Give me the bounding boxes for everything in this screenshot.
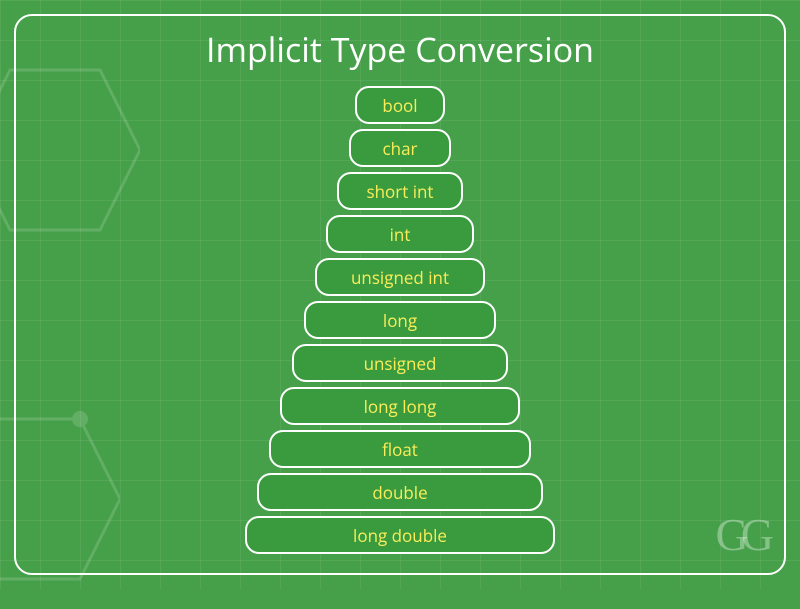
type-pill: unsigned <box>292 344 508 382</box>
type-pill: long <box>304 301 496 339</box>
type-pill: int <box>326 215 474 253</box>
type-hierarchy-pyramid: bool char short int int unsigned int long unsi… <box>0 86 800 554</box>
type-label: char <box>383 137 418 160</box>
type-label: int <box>390 223 411 246</box>
type-pill: char <box>349 129 451 167</box>
type-pill: double <box>257 473 543 511</box>
page-title: Implicit Type Conversion <box>0 26 800 72</box>
type-label: long <box>383 309 417 332</box>
type-label: long long <box>364 395 437 418</box>
type-pill: short int <box>337 172 463 210</box>
type-pill: long long <box>280 387 520 425</box>
type-label: double <box>372 481 427 504</box>
brand-logo: GG <box>716 508 766 561</box>
type-pill: long double <box>245 516 555 554</box>
type-label: float <box>382 438 418 461</box>
type-pill: unsigned int <box>315 258 485 296</box>
type-label: bool <box>382 94 417 117</box>
type-label: unsigned <box>364 352 437 375</box>
type-label: short int <box>367 180 434 203</box>
type-label: long double <box>353 524 447 547</box>
type-label: unsigned int <box>351 266 449 289</box>
type-pill: bool <box>355 86 445 124</box>
type-pill: float <box>269 430 531 468</box>
